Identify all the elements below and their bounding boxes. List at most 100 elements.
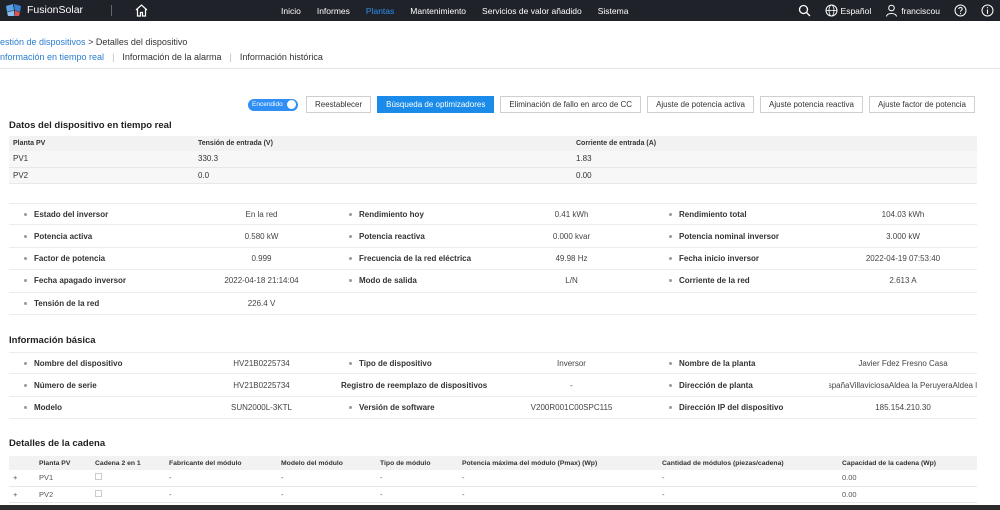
- power-toggle[interactable]: Encendido: [248, 98, 298, 111]
- top-navigation-bar: FusionSolar Inicio Informes Plantas Manteni…: [0, 0, 1000, 21]
- bullet-icon: [349, 256, 352, 260]
- tab-alarm-info[interactable]: Información de la alarma: [122, 52, 221, 62]
- power-factor-adjust-button[interactable]: Ajuste factor de potencia: [868, 96, 976, 113]
- kv-row: Número de serie HV21B0225734 Registro de r…: [9, 374, 977, 397]
- field-value: 2.613 A: [889, 276, 917, 286]
- tab-realtime-info[interactable]: nformación en tiempo real: [0, 52, 104, 62]
- nav-item[interactable]: Plantas: [366, 6, 394, 16]
- field-label-text: Nombre del dispositivo: [34, 358, 123, 368]
- user-menu[interactable]: franciscou: [885, 4, 940, 17]
- field-value: En la red: [245, 209, 278, 219]
- field-label: Dirección IP del dispositivo: [654, 397, 829, 418]
- field-label: Rendimiento hoy: [334, 204, 489, 224]
- kv-row: Modelo SUN2000L-3KTL Versión de software V2…: [9, 397, 977, 420]
- field-label: Versión de software: [334, 397, 489, 418]
- power-toggle-label: Encendido: [252, 100, 283, 108]
- column-header: Planta PV: [9, 136, 194, 151]
- table-row: PV1 330.3 1.83: [9, 151, 977, 168]
- expand-row-button[interactable]: +: [9, 470, 37, 487]
- column-header: Potencia máxima del módulo (Pmax) (Wp): [460, 456, 660, 470]
- field-label-text: Rendimiento total: [679, 209, 747, 219]
- reset-button[interactable]: Reestablecer: [306, 96, 372, 113]
- column-header: Modelo del módulo: [279, 456, 378, 470]
- bullet-icon: [24, 361, 27, 365]
- field-label-text: Nombre de la planta: [679, 358, 756, 368]
- kv-row: Tensión de la red 226.4 V: [9, 293, 977, 315]
- topbar-actions: Español franciscou: [784, 0, 994, 21]
- two-in-one-checkbox[interactable]: [95, 489, 102, 497]
- table-cell: 0.00: [840, 486, 977, 503]
- field-label: Tensión de la red: [9, 293, 189, 314]
- pv-name-cell: PV1: [9, 151, 194, 168]
- table-cell: 0.00: [840, 470, 977, 487]
- field-value: 0.999: [251, 253, 272, 263]
- column-header: Capacidad de la cadena (Wp): [840, 456, 977, 470]
- clear-dc-arc-fault-button[interactable]: Eliminación de fallo en arco de CC: [500, 96, 642, 113]
- field-value: 0.580 kW: [244, 231, 279, 241]
- column-header: Tipo de módulo: [378, 456, 460, 470]
- nav-item[interactable]: Informes: [317, 6, 350, 16]
- field-value: 49.98 Hz: [555, 253, 588, 263]
- nav-item[interactable]: Inicio: [281, 6, 301, 16]
- field-label: Potencia nominal inversor: [654, 225, 829, 246]
- home-icon[interactable]: [134, 3, 149, 18]
- help-button[interactable]: [954, 4, 967, 17]
- field-label-text: Estado del inversor: [34, 209, 109, 219]
- field-value: -: [570, 380, 573, 390]
- search-optimizers-button[interactable]: Búsqueda de optimizadores: [377, 96, 495, 113]
- field-label: Número de serie: [9, 374, 189, 395]
- tab-separator: |: [112, 52, 115, 62]
- main-nav: Inicio Informes Plantas Mantenimiento Servic…: [281, 0, 644, 21]
- expand-row-button[interactable]: +: [9, 486, 37, 503]
- language-selector[interactable]: Español: [825, 4, 871, 17]
- inverter-status-grid: Estado del inversor En la red Rendimiento …: [9, 203, 977, 315]
- pv-name-cell: PV2: [9, 167, 194, 184]
- tab-history-info[interactable]: Información histórica: [240, 52, 323, 62]
- field-label: Nombre de la planta: [654, 353, 829, 373]
- brand[interactable]: FusionSolar: [5, 3, 83, 17]
- two-in-one-checkbox[interactable]: [95, 473, 102, 481]
- field-label-text: Modelo: [34, 402, 62, 412]
- search-icon: [798, 4, 810, 17]
- field-label-text: Fecha inicio inversor: [679, 253, 760, 263]
- search-button[interactable]: [798, 4, 811, 17]
- table-cell: [93, 486, 167, 503]
- bullet-icon: [24, 234, 27, 238]
- table-cell: -: [279, 486, 378, 503]
- input-current-cell: 0.00: [572, 167, 977, 184]
- field-label-text: Fecha apagado inversor: [34, 276, 127, 286]
- nav-item[interactable]: Sistema: [598, 6, 629, 16]
- help-icon: [954, 4, 967, 17]
- table-cell: -: [167, 486, 279, 503]
- nav-item[interactable]: Mantenimiento: [410, 6, 466, 16]
- bullet-icon: [24, 301, 27, 305]
- globe-icon: [825, 4, 838, 17]
- bullet-icon: [669, 279, 672, 283]
- info-button[interactable]: [981, 4, 994, 17]
- table-cell: -: [460, 470, 660, 487]
- field-value: Inversor: [557, 358, 586, 368]
- bullet-icon: [24, 212, 27, 216]
- field-value: 2022-04-18 21:14:04: [224, 276, 299, 286]
- info-icon: [981, 4, 994, 17]
- field-label-text: Factor de potencia: [34, 253, 106, 263]
- reactive-power-adjust-button[interactable]: Ajuste potencia reactiva: [760, 96, 863, 113]
- field-label: Rendimiento total: [654, 204, 829, 224]
- field-value: SUN2000L-3KTL: [231, 402, 292, 412]
- app-name: FusionSolar: [27, 4, 84, 16]
- breadcrumb-parent-link[interactable]: estión de dispositivos: [0, 37, 86, 47]
- tab-separator: |: [229, 52, 232, 62]
- user-icon: [886, 4, 898, 17]
- field-value: 0.41 kWh: [554, 209, 589, 219]
- table-cell: [93, 470, 167, 487]
- topbar-divider: [111, 5, 112, 16]
- active-power-adjust-button[interactable]: Ajuste de potencia activa: [647, 96, 755, 113]
- field-label: Estado del inversor: [9, 204, 189, 224]
- bullet-icon: [349, 361, 352, 365]
- field-label-text: Registro de reemplazo de dispositivos: [341, 380, 488, 390]
- nav-item[interactable]: Servicios de valor añadido: [482, 6, 582, 16]
- field-label-text: Frecuencia de la red eléctrica: [359, 253, 472, 263]
- field-label-text: Potencia activa: [34, 231, 93, 241]
- chain-details-table: Planta PV Cadena 2 en 1 Fabricante del mód…: [9, 456, 977, 503]
- device-action-bar: Encendido Reestablecer Búsqueda de optim…: [248, 96, 981, 113]
